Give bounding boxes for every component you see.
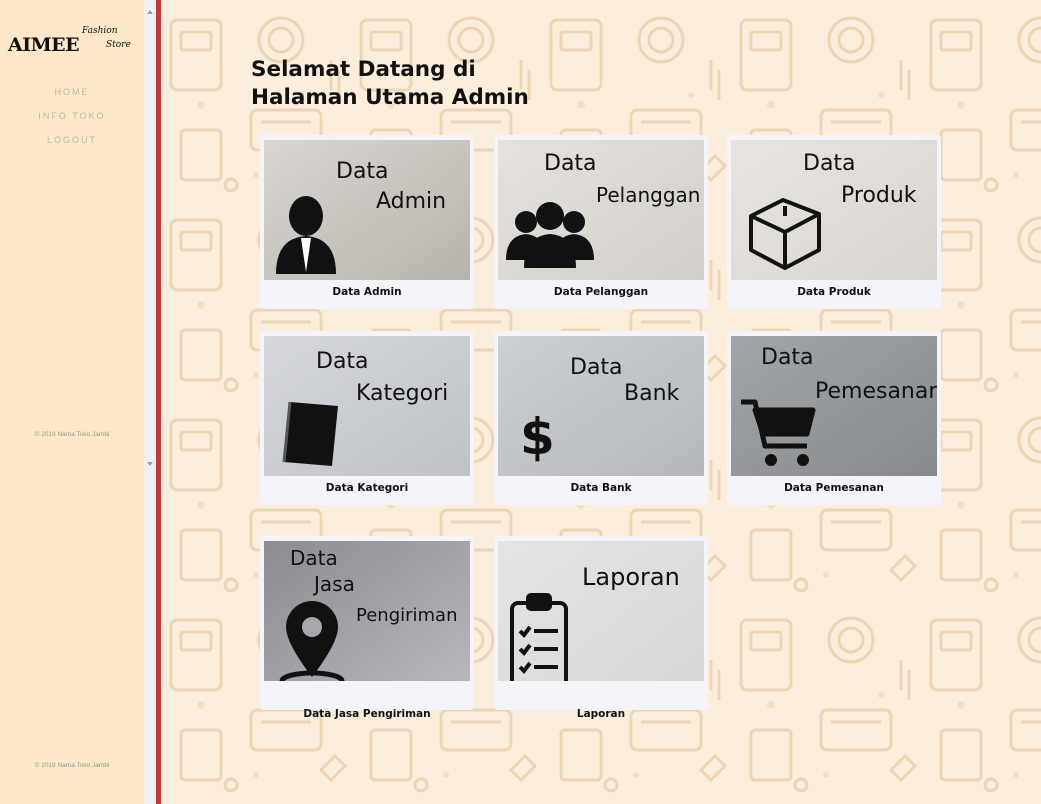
card-caption: Data Kategori (325, 482, 409, 494)
card-image: Data Pemesanan (731, 336, 937, 476)
card-word: Data (570, 355, 623, 380)
greeting-line-2: Halaman Utama Admin (251, 85, 529, 110)
card-word: Admin (376, 189, 446, 214)
card-caption: Data Produk (797, 286, 871, 298)
card-image: Laporan (498, 541, 704, 681)
card-word: Data (290, 546, 338, 570)
main-content: Selamat Datang di Halaman Utama Admin Da… (161, 0, 1041, 804)
card-word: Produk (841, 183, 917, 208)
card-data-pemesanan[interactable]: Data Pemesanan Data Pemesanan (727, 331, 941, 505)
card-word: Data (336, 159, 389, 184)
card-data-kategori[interactable]: Data Kategori Data Kategori (260, 331, 474, 505)
card-image: Data Admin (264, 140, 470, 280)
card-data-produk[interactable]: Data Produk Data Produk (727, 135, 941, 309)
card-data-bank[interactable]: Data Bank $ Data Bank (494, 331, 708, 505)
greeting-line-1: Selamat Datang di (251, 57, 476, 82)
card-word: Pengiriman (356, 605, 458, 626)
card-word: Kategori (356, 381, 448, 406)
card-image: Data Pelanggan (498, 140, 704, 280)
nav-item-info-toko[interactable]: INFO TOKO (0, 104, 144, 128)
card-data-jasa-pengiriman[interactable]: Data Jasa Pengiriman Data Jasa Pengirima… (260, 536, 474, 720)
card-image: Data Jasa Pengiriman (264, 541, 470, 681)
card-word: Data (316, 349, 369, 374)
card-caption: Laporan (576, 708, 626, 720)
card-caption: Data Admin (332, 286, 402, 298)
sidebar-copyright: © 2019 Nama Toko Jambi (34, 431, 110, 438)
brand-name: AIMEE (8, 34, 80, 56)
card-word: Pemesanan (815, 379, 937, 404)
scroll-down-icon[interactable] (147, 462, 153, 466)
card-word: Data (544, 151, 597, 176)
card-word: Bank (624, 381, 680, 406)
nav-item-logout[interactable]: LOGOUT (0, 128, 144, 152)
card-word: Pelanggan (596, 183, 700, 207)
card-word: Laporan (582, 563, 680, 591)
card-caption: Data Jasa Pengiriman (303, 708, 431, 720)
card-image: Data Kategori (264, 336, 470, 476)
book-icon (282, 401, 338, 466)
scroll-up-icon[interactable] (147, 10, 153, 14)
card-laporan[interactable]: Laporan Laporan (494, 536, 708, 720)
sidebar-scrollbar[interactable] (144, 0, 156, 804)
card-image: Data Produk (731, 140, 937, 280)
card-data-admin[interactable]: Data Admin Data Admin (260, 135, 474, 309)
card-caption: Data Pemesanan (784, 482, 884, 494)
footer-copyright: © 2019 Nama Toko Jambi (34, 762, 110, 769)
card-data-pelanggan[interactable]: Data Pelanggan Data Pelanggan (494, 135, 708, 309)
sidebar-nav: HOME INFO TOKO LOGOUT (0, 80, 144, 152)
card-word: Jasa (312, 572, 355, 596)
sidebar: AIMEE Fashion Store HOME INFO TOKO LOGOU… (0, 0, 144, 804)
brand-tag-fashion: Fashion (82, 26, 118, 36)
brand-tag-store: Store (106, 40, 131, 50)
card-image: Data Bank $ (498, 336, 704, 476)
card-caption: Data Pelanggan (553, 286, 649, 298)
nav-item-home[interactable]: HOME (0, 80, 144, 104)
card-word: Data (761, 345, 814, 370)
card-word: Data (803, 151, 856, 176)
dollar-icon: $ (520, 408, 555, 466)
page-title: Selamat Datang di Halaman Utama Admin (251, 56, 529, 112)
brand-logo[interactable]: AIMEE Fashion Store (8, 26, 136, 70)
card-caption: Data Bank (570, 482, 632, 494)
